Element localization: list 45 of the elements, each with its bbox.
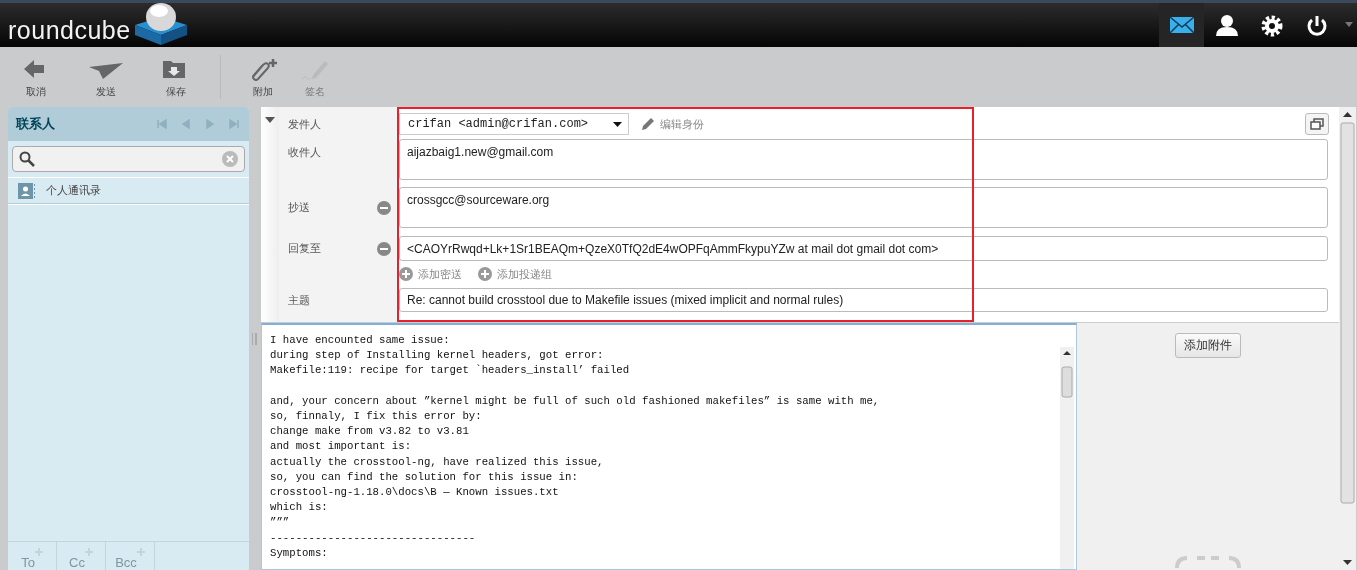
field-label: 回复至 [288,241,321,256]
message-editor[interactable] [261,323,1077,570]
field-label: 主题 [288,292,310,308]
plus-circle-icon [399,267,413,281]
body-paragraph: and, your concern about ”kernel might be full of such old fashioned makefiles” is same with me, so, finnaly, I fix this error by: change make from v3.82 to v3.81 and most important is: actually the crosstool-ng, have realized this issue, so, you can find the solution for this issue in: crosstool-ng-1.18.0\docs\B — Known issues.txt which is: ””” -------------------------------- Symptoms: [270,393,881,561]
remove-icon[interactable] [377,241,391,256]
add-attachment-button[interactable]: 添加附件 [1175,333,1241,358]
search-icon [19,151,35,167]
recipient-field[interactable]: aijazbaig1.new@gmail.com [399,139,1328,180]
toolbar-button[interactable]: 发送 [80,57,132,103]
paper-plane-icon [89,61,123,81]
scrollbar-icon [1060,347,1074,569]
address-book-item[interactable]: 个人通讯录 [8,178,249,204]
toolbar-button[interactable]: 取消 [10,57,62,103]
caret-icon [1345,22,1353,28]
plus-circle-icon [478,267,492,281]
splitter-handle[interactable] [252,332,257,345]
popout-button[interactable] [1305,113,1329,135]
add-field-link[interactable]: 添加密送 [399,266,462,282]
toolbar-button[interactable]: 保存 [150,57,202,103]
collapse-caret-icon[interactable] [265,117,275,123]
body-paragraph: I have encounted same issue: during step of Installing kernel headers, got error: Makefile:119: recipe for target `headers_install’ failed [270,333,631,379]
user-icon [1213,13,1240,37]
remove-icon[interactable] [377,200,391,215]
logo-text: roundcube [8,16,131,46]
address-book-icon [18,182,36,199]
caret-icon [613,121,622,127]
field-label: 抄送 [288,200,310,215]
subject-field[interactable]: Re: cannot build crosstool due to Makefile issues (mixed implicit and normal rules) [399,288,1328,312]
drop-zone-icon [1175,556,1241,570]
reply-to-field[interactable]: <CAOYrRwqd+Lk+1Sr1BEAQm+QzeX0TfQ2dE4wOPFqAmmFkypuYZw at mail dot gmail dot com> [399,236,1328,261]
edit-identity-link[interactable]: 编辑身份 [641,116,704,132]
clear-icon[interactable] [222,151,238,167]
field-label: 发件人 [288,116,321,132]
identity-select[interactable]: crifan <admin@crifan.com> [399,113,629,135]
field-label: 收件人 [288,145,321,160]
search-field[interactable] [12,146,245,172]
nav-tab[interactable] [1159,3,1204,47]
cc-field[interactable]: crossgcc@sourceware.org [399,187,1328,228]
panel-title: 联系人 [16,115,55,133]
paperclip-plus-icon [249,57,277,81]
windows-icon [1310,118,1324,130]
pencil-icon [641,117,655,131]
toolbar-button[interactable]: 附加 [237,57,289,103]
add-field-link[interactable]: 添加投递组 [478,266,552,282]
